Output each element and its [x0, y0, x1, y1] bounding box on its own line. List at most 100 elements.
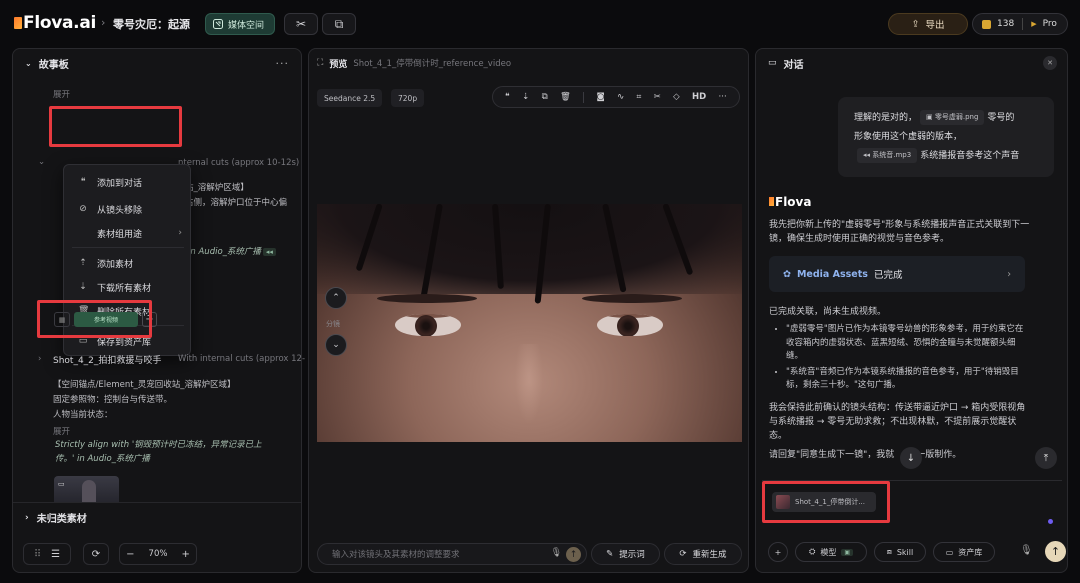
menu-download-label: 下载所有素材	[97, 283, 152, 294]
media-assets-card[interactable]: ✿ Media Assets 已完成 ›	[769, 256, 1025, 292]
model-icon: ⛭	[808, 547, 816, 556]
file-chip-image-name: 零号虚弱.png	[934, 113, 979, 121]
plan-label: Pro	[1042, 19, 1057, 29]
quote-icon: ❝	[80, 177, 86, 187]
media-space-label: 媒体空间	[228, 20, 265, 31]
send-icon[interactable]: ↑	[566, 547, 581, 562]
shot-2-chevron-icon[interactable]: ›	[38, 354, 41, 364]
menu-remove-label: 从镜头移除	[97, 205, 143, 216]
list-view-icon[interactable]: ☰	[51, 549, 60, 560]
eye-iris	[617, 315, 639, 336]
shot-1-duration: nternal cuts (approx 10-12s)	[178, 158, 300, 168]
shot-1-audio-text: ' in Audio_系统广播	[183, 247, 261, 257]
scroll-top-button[interactable]: ⤒	[1035, 447, 1057, 469]
user-text-a: 理解的是对的，	[854, 113, 918, 123]
close-icon: ✕	[1047, 59, 1053, 67]
close-chat-button[interactable]: ✕	[1043, 56, 1057, 70]
assistant-name-text: Flova	[775, 195, 812, 209]
more-icon[interactable]: ···	[719, 92, 727, 102]
mic-icon[interactable]: 🎙	[1020, 545, 1033, 556]
library-button[interactable]: ▭ 资产库	[933, 542, 995, 562]
logo-text: Flova.ai	[23, 13, 97, 33]
menu-add-to-chat[interactable]: ❝ 添加到对话	[64, 171, 190, 193]
cut-tool-button[interactable]: ✂	[284, 13, 318, 35]
media-space-button[interactable]: 媒体空间	[205, 13, 276, 35]
image-file-icon: ▣	[926, 113, 935, 121]
hd-button[interactable]: HD	[692, 92, 706, 102]
media-assets-label: Media Assets	[796, 268, 868, 280]
menu-add-asset[interactable]: ⇡ 添加素材	[64, 252, 190, 274]
left-brow	[377, 294, 477, 303]
download-icon[interactable]: ⇣	[522, 92, 529, 102]
video-icon: ▭	[58, 480, 65, 488]
prompt-input[interactable]: 输入对该镜头及其素材的调整要求 🎙 ↑	[317, 543, 587, 565]
prompt-words-button[interactable]: ✎ 提示词	[591, 543, 660, 565]
preview-panel: ⛶ 预览 Shot_4_1_停带倒计时_reference_video Seed…	[308, 48, 749, 573]
menu-asset-usage[interactable]: 素材组用途 ›	[64, 222, 190, 244]
resolution-chip[interactable]: 720p	[391, 89, 425, 107]
eraser-icon[interactable]: ◇	[673, 92, 680, 102]
shot-2-title[interactable]: Shot_4_2_拍扣救援与咬手	[53, 353, 161, 366]
regenerate-button[interactable]: ⟳ 重新生成	[664, 543, 742, 565]
refresh-icon: ⟳	[91, 548, 101, 560]
expand-link[interactable]: 展开	[53, 88, 70, 100]
next-shot-button[interactable]: ⌄	[325, 334, 347, 356]
library-icon: ▭	[945, 547, 954, 557]
storyboard-panel: ⌄ 故事板 ··· 展开 ⌄ nternal cuts (approx 10-1…	[12, 48, 306, 573]
assistant-paragraph-1: 我先把你新上传的"虚弱零号"形象与系统播报声音正式关联到下一镜，确保生成时使用正…	[769, 220, 1030, 244]
chevron-down-icon[interactable]: ⌄	[25, 59, 32, 68]
scroll-down-button[interactable]: ↓	[900, 447, 922, 469]
user-line-1: 理解的是对的， ▣ 零号虚弱.png 零号的	[854, 109, 1044, 128]
chat-header: ▭ 对话	[756, 49, 1067, 77]
para4-tail: 一版制作。	[916, 450, 962, 460]
shot-1-audio-note: ' in Audio_系统广播 ◂◂	[183, 245, 276, 257]
arrow-up-icon: ↑	[1050, 545, 1061, 558]
shot-2-thumbnail[interactable]: ▭	[54, 476, 119, 503]
menu-remove-from-shot[interactable]: ⊘ 从镜头移除	[64, 198, 190, 220]
zoom-out-button[interactable]: −	[126, 549, 134, 560]
camera-icon[interactable]: ◙	[596, 92, 604, 102]
preview-filename: Shot_4_1_停带倒计时_reference_video	[353, 59, 512, 69]
mic-icon[interactable]: 🎙	[551, 548, 562, 558]
refresh-button[interactable]: ⟳	[83, 543, 109, 565]
expand-link-2[interactable]: 展开	[53, 425, 70, 437]
skill-button[interactable]: ⧈ Skill	[874, 542, 926, 562]
video-preview[interactable]	[317, 204, 742, 442]
waveform-icon[interactable]: ∿	[617, 92, 624, 102]
prev-shot-button[interactable]: ⌃	[325, 287, 347, 309]
view-toggle[interactable]: ⠿ ☰	[23, 543, 71, 565]
user-text-c: 系统播报音参考这个声音	[920, 151, 1020, 161]
file-chip-image[interactable]: ▣ 零号虚弱.png	[920, 110, 985, 125]
app-logo[interactable]: Flova.ai	[14, 13, 96, 33]
model-button[interactable]: ⛭ 模型 ▣	[795, 542, 867, 562]
file-chip-audio-name: 系统音.mp3	[872, 151, 912, 159]
shot-2-duration: With internal cuts (approx 12-	[178, 354, 306, 364]
zoom-in-button[interactable]: +	[181, 549, 189, 560]
shot-1-chevron-icon[interactable]: ⌄	[38, 157, 45, 167]
quote-icon[interactable]: ❝	[505, 92, 510, 102]
storyboard-more-icon[interactable]: ···	[276, 57, 290, 70]
video-nose	[515, 344, 543, 424]
chat-title: 对话	[783, 59, 804, 71]
model-label: 模型	[820, 547, 837, 557]
grid-view-icon[interactable]: ⠿	[34, 549, 41, 560]
trash-icon[interactable]: 🗑	[560, 92, 571, 102]
chevron-up-icon: ⌃	[332, 293, 340, 303]
credits-badge[interactable]: 138 ▶ Pro	[972, 13, 1068, 35]
crop-icon[interactable]: ⌗	[637, 92, 642, 102]
add-attachment-button[interactable]: +	[768, 542, 788, 562]
highlight-reference-chip	[762, 481, 890, 523]
copy-icon[interactable]: ⧉	[542, 92, 548, 102]
send-message-button[interactable]: ↑	[1045, 541, 1066, 562]
scissors-icon[interactable]: ✂	[654, 92, 661, 102]
zoom-control: − 70% +	[119, 543, 197, 565]
play-icon: ▶	[1031, 20, 1037, 28]
para4-text: 请回复"同意生成下一镜"，我就	[769, 450, 895, 460]
project-title[interactable]: 零号灾厄：起源	[113, 16, 190, 32]
menu-download-all[interactable]: ⇣ 下载所有素材	[64, 276, 190, 298]
model-chip[interactable]: Seedance 2.5	[317, 89, 383, 107]
uncategorized-assets-row[interactable]: › 未归类素材	[13, 502, 301, 532]
file-chip-audio[interactable]: ◂◂ 系统音.mp3	[857, 148, 918, 163]
copy-button[interactable]: ⧉	[322, 13, 356, 35]
export-button[interactable]: ⇪ 导出	[888, 13, 968, 35]
